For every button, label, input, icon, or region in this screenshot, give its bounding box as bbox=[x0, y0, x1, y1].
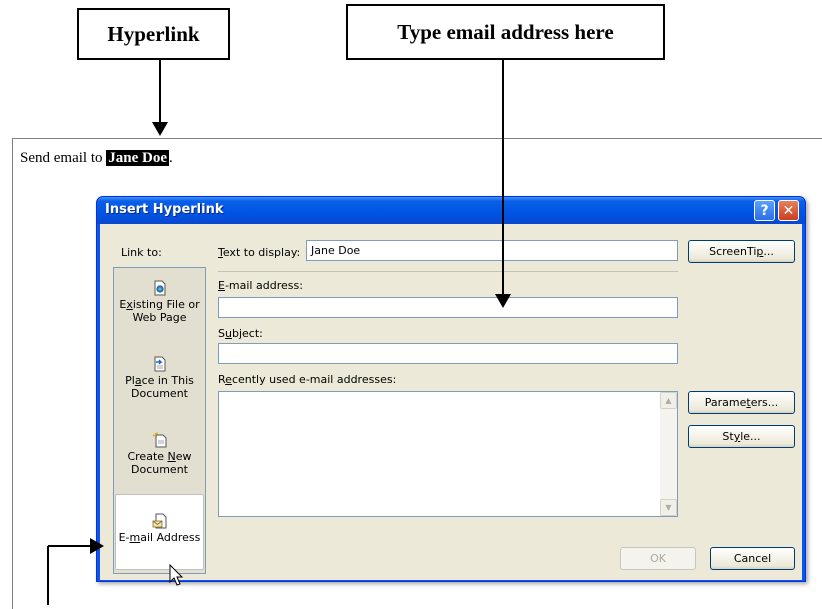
dialog-titlebar[interactable]: Insert Hyperlink ? ✕ bbox=[97, 197, 805, 224]
link-to-label: Link to: bbox=[121, 246, 162, 259]
insert-hyperlink-dialog: Insert Hyperlink ? ✕ Link to: Existing F… bbox=[96, 196, 806, 582]
link-place-in-document[interactable]: Place in This Document bbox=[115, 356, 204, 406]
close-button[interactable]: ✕ bbox=[778, 200, 799, 221]
email-address-icon bbox=[152, 513, 166, 529]
cancel-button[interactable]: Cancel bbox=[710, 547, 795, 570]
arrow-to-selected-text bbox=[152, 60, 168, 136]
recent-emails-scrollbar[interactable]: ▲ ▼ bbox=[660, 392, 677, 516]
style-button[interactable]: St y le... bbox=[688, 425, 795, 448]
callout-email-instruction: Type email address here bbox=[346, 4, 665, 60]
dialog-body: Link to: Existing File or Web Page Place… bbox=[100, 224, 802, 580]
dialog-title: Insert Hyperlink bbox=[105, 202, 224, 217]
text-to-display-value: Jane Doe bbox=[311, 244, 361, 257]
create-new-document-icon bbox=[152, 432, 166, 448]
existing-file-icon bbox=[154, 280, 165, 296]
email-address-input[interactable] bbox=[218, 297, 678, 318]
link-place-in-document-label: Place in This Document bbox=[125, 374, 194, 400]
help-icon: ? bbox=[760, 202, 769, 219]
separator-line bbox=[218, 271, 678, 272]
link-existing-file-label: Existing File or Web Page bbox=[119, 298, 200, 324]
parameters-button[interactable]: Parame t ers... bbox=[688, 391, 795, 414]
subject-label: Subject: bbox=[218, 327, 263, 340]
selected-text[interactable]: Jane Doe bbox=[106, 150, 169, 166]
callout-email-text: Type email address here bbox=[397, 19, 614, 44]
ok-button[interactable]: OK bbox=[620, 547, 696, 570]
scroll-up-button[interactable]: ▲ bbox=[660, 392, 677, 409]
link-existing-file[interactable]: Existing File or Web Page bbox=[115, 280, 204, 330]
scroll-down-button[interactable]: ▼ bbox=[660, 499, 677, 516]
place-in-document-icon bbox=[154, 356, 165, 372]
text-to-display-label: Text to display: bbox=[218, 246, 301, 259]
chevron-up-icon: ▲ bbox=[665, 396, 672, 405]
document-sentence: Send email to Jane Doe. bbox=[20, 150, 173, 167]
link-email-address-label: E-mail Address bbox=[118, 531, 201, 544]
recent-emails-list[interactable]: ▲ ▼ bbox=[218, 391, 678, 517]
link-email-address[interactable]: E-mail Address bbox=[115, 494, 204, 570]
text-to-display-input[interactable]: Jane Doe bbox=[306, 240, 678, 261]
link-to-pane: Existing File or Web Page Place in This … bbox=[113, 267, 206, 574]
link-create-new-document-label: Create New Document bbox=[127, 450, 192, 476]
callout-hyperlink-text: Hyperlink bbox=[107, 21, 200, 46]
document-text-after: . bbox=[169, 150, 173, 166]
subject-input[interactable] bbox=[218, 343, 678, 364]
screentip-button[interactable]: ScreenTi p... bbox=[688, 240, 795, 263]
link-create-new-document[interactable]: Create New Document bbox=[115, 432, 204, 482]
close-icon: ✕ bbox=[782, 202, 795, 219]
document-text-before: Send email to bbox=[20, 150, 107, 166]
email-address-label: E-mail address: bbox=[218, 279, 303, 292]
callout-hyperlink: Hyperlink bbox=[77, 8, 230, 60]
recent-emails-label: Recently used e-mail addresses: bbox=[218, 373, 397, 386]
chevron-down-icon: ▼ bbox=[665, 503, 672, 512]
help-button[interactable]: ? bbox=[754, 200, 775, 221]
